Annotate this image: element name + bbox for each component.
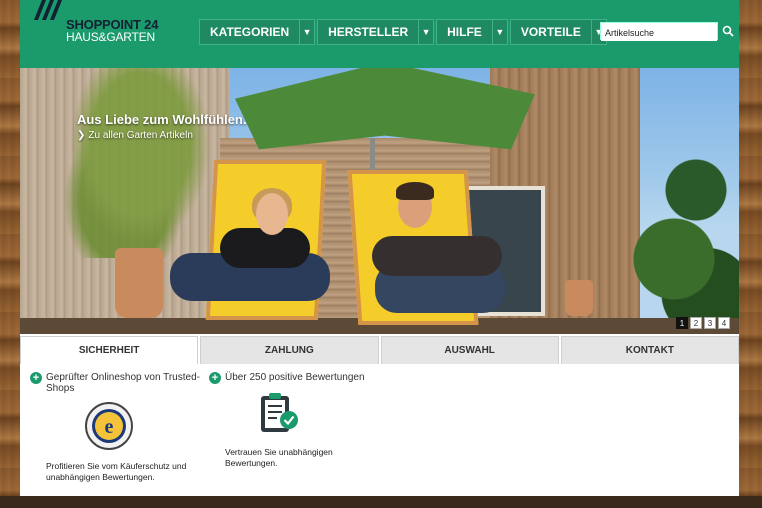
person-woman [220, 228, 310, 268]
chevron-down-icon[interactable]: ▼ [491, 20, 507, 44]
main-nav: KATEGORIEN ▼ HERSTELLER ▼ HILFE ▼ VORTEI… [199, 19, 609, 45]
plus-icon: + [209, 372, 221, 384]
person-woman [256, 193, 288, 235]
feature-description: Vertrauen Sie unabhängigen Bewertungen. [225, 447, 333, 468]
clipboard-check-icon [261, 393, 298, 432]
search-input[interactable] [601, 25, 717, 41]
plant-pot [565, 280, 593, 316]
chevron-down-icon[interactable]: ▼ [418, 20, 433, 44]
feature-reviews: + Über 250 positive Bewertungen Vertraue… [209, 372, 384, 469]
nav-item-hersteller[interactable]: HERSTELLER ▼ [317, 19, 435, 45]
tab-auswahl[interactable]: AUSWAHL [380, 336, 559, 364]
hero-link[interactable]: ❯ Zu allen Garten Artikeln [77, 130, 193, 141]
nav-label[interactable]: VORTEILE [511, 20, 591, 44]
pager-page[interactable]: 2 [690, 317, 702, 329]
feature-trusted-shops: + Geprüfter Onlineshop von Trusted-Shops… [30, 372, 205, 483]
tab-sicherheit[interactable]: SICHERHEIT [20, 336, 199, 364]
pager-page[interactable]: 3 [704, 317, 716, 329]
svg-text:e: e [105, 416, 114, 438]
tab-kontakt[interactable]: KONTAKT [560, 336, 739, 364]
person-man [372, 236, 502, 276]
hero-title: Aus Liebe zum Wohlfühlen. [77, 112, 247, 127]
tree [630, 98, 739, 328]
chevron-right-icon: ❯ [77, 130, 86, 141]
person-man [396, 182, 434, 200]
plus-icon: + [30, 372, 42, 384]
tab-content: + Geprüfter Onlineshop von Trusted-Shops… [20, 364, 739, 496]
hero-link-label[interactable]: Zu allen Garten Artikeln [88, 130, 193, 141]
chevron-down-icon[interactable]: ▼ [299, 20, 314, 44]
nav-item-hilfe[interactable]: HILFE ▼ [436, 19, 508, 45]
slider-pager: 1 2 3 4 [676, 317, 730, 329]
search-box [600, 22, 718, 41]
plant [60, 68, 220, 258]
feature-heading: + Geprüfter Onlineshop von Trusted-Shops [30, 372, 205, 394]
nav-label[interactable]: HILFE [437, 20, 492, 44]
trusted-shops-seal-icon[interactable]: e [85, 402, 133, 450]
header: SHOPPOINT 24 HAUS&GARTEN KATEGORIEN ▼ HE… [20, 0, 739, 68]
hero-banner[interactable]: Aus Liebe zum Wohlfühlen. ❯ Zu allen Gar… [20, 68, 739, 334]
footer-strip [0, 496, 762, 508]
pager-page[interactable]: 4 [718, 317, 730, 329]
tab-zahlung[interactable]: ZAHLUNG [200, 336, 379, 364]
logo-mark-icon [34, 0, 62, 20]
feature-heading: + Über 250 positive Bewertungen [209, 372, 384, 384]
search-icon[interactable] [720, 22, 736, 40]
feature-heading-text: Geprüfter Onlineshop von Trusted-Shops [46, 372, 200, 394]
nav-label[interactable]: KATEGORIEN [200, 20, 299, 44]
page: SHOPPOINT 24 HAUS&GARTEN KATEGORIEN ▼ HE… [20, 0, 739, 508]
info-tabs: SICHERHEIT ZAHLUNG AUSWAHL KONTAKT [20, 336, 739, 364]
feature-heading-text: Über 250 positive Bewertungen [225, 372, 365, 383]
plant-pot [115, 248, 163, 318]
nav-item-vorteile[interactable]: VORTEILE ▼ [509, 19, 607, 45]
feature-description: Profitieren Sie vom Käuferschutz und una… [46, 461, 187, 482]
nav-label[interactable]: HERSTELLER [318, 20, 418, 44]
nav-item-kategorien[interactable]: KATEGORIEN ▼ [199, 19, 316, 45]
logo-subtitle[interactable]: HAUS&GARTEN [66, 30, 155, 44]
pager-page[interactable]: 1 [676, 317, 688, 329]
